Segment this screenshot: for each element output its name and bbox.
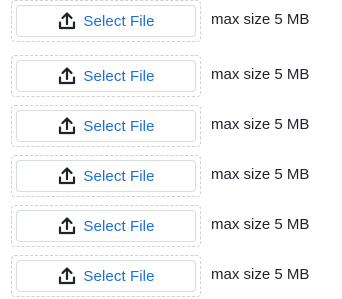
- select-file-label: Select File: [83, 67, 155, 85]
- file-dropzone[interactable]: Select File: [11, 105, 201, 147]
- select-file-button[interactable]: Select File: [16, 260, 196, 292]
- select-file-label: Select File: [83, 167, 155, 185]
- max-size-hint: max size 5 MB: [211, 266, 310, 283]
- select-file-button[interactable]: Select File: [16, 60, 196, 92]
- upload-icon: [57, 266, 77, 286]
- select-file-button[interactable]: Select File: [16, 160, 196, 192]
- upload-icon: [57, 216, 77, 236]
- max-size-hint: max size 5 MB: [211, 11, 310, 28]
- file-dropzone[interactable]: Select File: [11, 55, 201, 97]
- upload-row: Select File max size 5 MB: [0, 55, 342, 99]
- upload-row: Select File max size 5 MB: [0, 205, 342, 249]
- select-file-button[interactable]: Select File: [16, 110, 196, 142]
- select-file-label: Select File: [83, 12, 155, 30]
- upload-row: Select File max size 5 MB: [0, 0, 342, 44]
- file-dropzone[interactable]: Select File: [11, 0, 201, 42]
- upload-row: Select File max size 5 MB: [0, 155, 342, 199]
- upload-icon: [57, 166, 77, 186]
- select-file-label: Select File: [83, 267, 155, 285]
- select-file-label: Select File: [83, 217, 155, 235]
- upload-row: Select File max size 5 MB: [0, 105, 342, 149]
- upload-icon: [57, 116, 77, 136]
- file-upload-list: Select File max size 5 MB Select File ma…: [0, 0, 342, 297]
- select-file-button[interactable]: Select File: [16, 210, 196, 242]
- max-size-hint: max size 5 MB: [211, 216, 310, 233]
- upload-icon: [57, 11, 77, 31]
- upload-row: Select File max size 5 MB: [0, 255, 342, 299]
- max-size-hint: max size 5 MB: [211, 166, 310, 183]
- select-file-button[interactable]: Select File: [16, 5, 196, 37]
- max-size-hint: max size 5 MB: [211, 116, 310, 133]
- file-dropzone[interactable]: Select File: [11, 205, 201, 247]
- select-file-label: Select File: [83, 117, 155, 135]
- file-dropzone[interactable]: Select File: [11, 155, 201, 197]
- upload-icon: [57, 66, 77, 86]
- max-size-hint: max size 5 MB: [211, 66, 310, 83]
